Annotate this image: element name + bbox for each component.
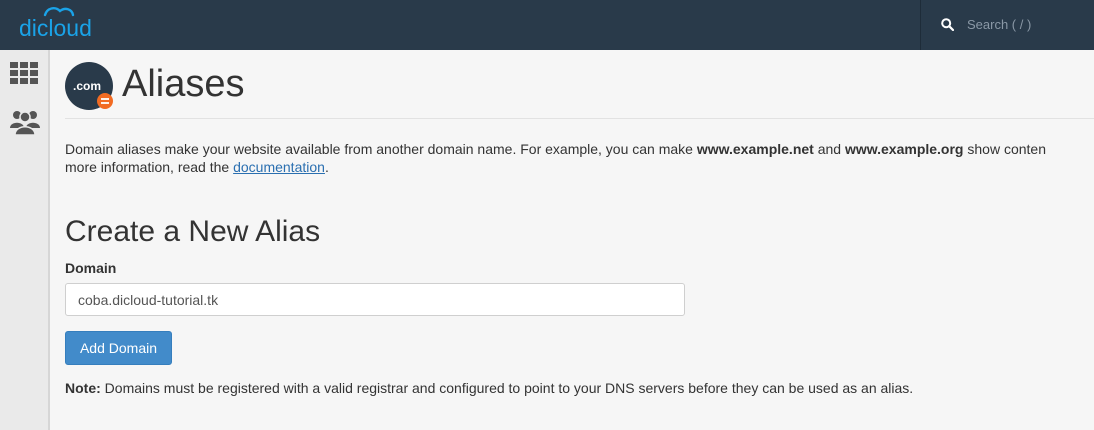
svg-text:dicloud: dicloud [19, 15, 92, 41]
search-icon [941, 18, 954, 31]
page-title: Aliases [122, 63, 245, 105]
documentation-link[interactable]: documentation [233, 159, 325, 175]
note-text: Note: Domains must be registered with a … [65, 380, 914, 396]
svg-text:.com: .com [73, 79, 101, 93]
sidebar [0, 50, 50, 430]
domain-input[interactable] [65, 283, 685, 316]
users-icon[interactable] [10, 106, 40, 136]
search-box[interactable]: Search ( / ) [920, 0, 1094, 50]
domain-com-icon: .com [65, 62, 113, 110]
page-description: Domain aliases make your website availab… [65, 141, 1046, 175]
main-content: .com Aliases Domain aliases make your we… [50, 50, 1094, 430]
title-divider [65, 118, 1094, 119]
domain-label: Domain [65, 260, 117, 276]
add-domain-button[interactable]: Add Domain [65, 331, 172, 365]
top-bar: dicloud Search ( / ) [0, 0, 1094, 50]
dicloud-logo[interactable]: dicloud [18, 6, 98, 42]
apps-grid-icon[interactable] [10, 62, 38, 84]
search-input[interactable]: Search ( / ) [967, 17, 1031, 32]
section-title: Create a New Alias [65, 215, 321, 248]
